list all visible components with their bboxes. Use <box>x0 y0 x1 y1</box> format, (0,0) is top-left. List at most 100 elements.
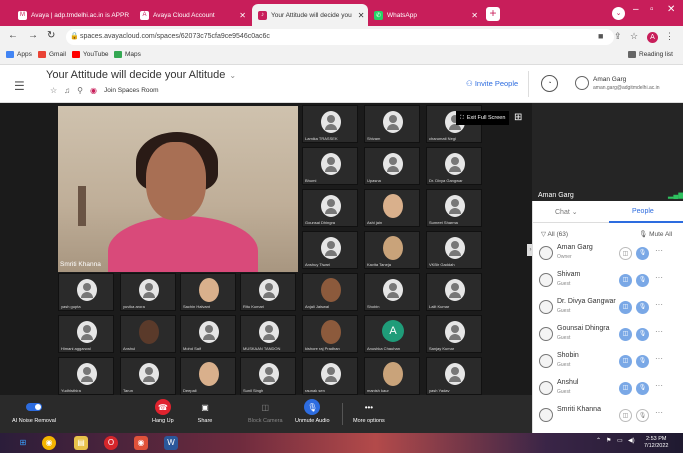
reload-icon[interactable]: ↻ <box>47 30 55 41</box>
participant-tile[interactable]: Anshuy Tiwari <box>302 231 358 269</box>
participant-tile[interactable]: Mohd Saif <box>180 315 236 353</box>
more-icon[interactable]: ··· <box>655 408 663 417</box>
speedometer-icon[interactable]: ◔ <box>541 75 558 92</box>
mic-icon[interactable]: 🎙 <box>636 355 649 368</box>
bookmark-apps[interactable]: Apps <box>6 51 32 58</box>
participant-tile[interactable]: VKBir Gaddah <box>426 231 482 269</box>
camera-icon[interactable]: ◫ <box>619 328 632 341</box>
camera-icon[interactable]: ◫ <box>619 301 632 314</box>
participant-tile[interactable]: manish kaur <box>364 357 420 395</box>
invite-people-button[interactable]: ⚇ Invite People <box>466 79 518 88</box>
camera-icon[interactable]: ◫ <box>619 247 632 260</box>
menu-icon[interactable]: ⋮ <box>665 31 674 42</box>
participant-tile[interactable]: Himani aggarwal <box>58 315 114 353</box>
participant-tile[interactable]: Deepali <box>180 357 236 395</box>
list-item[interactable]: Anshul Guest ◫ 🎙 ··· <box>533 376 683 402</box>
hang-up-button[interactable]: ☎ Hang Up <box>152 399 174 424</box>
participant-tile[interactable]: kishore raj Pradhan <box>302 315 358 353</box>
list-item[interactable]: Smriti Khanna ◫ 🎙 ··· <box>533 403 683 429</box>
participant-tile[interactable]: Shivam <box>364 105 420 143</box>
participant-tile[interactable]: Sachin Halvant <box>180 273 236 311</box>
file-explorer-icon[interactable]: ▤ <box>74 436 88 450</box>
share-icon[interactable]: ⇪ <box>614 31 622 42</box>
camera-icon[interactable]: ◫ <box>619 355 632 368</box>
toggle-switch[interactable] <box>26 403 43 411</box>
forward-icon[interactable]: → <box>28 30 38 41</box>
window-close-icon[interactable]: ✕ <box>667 4 675 15</box>
mic-icon[interactable]: 🎙 <box>636 409 649 422</box>
bookmark-youtube[interactable]: YouTube <box>72 51 109 58</box>
close-icon[interactable]: ✕ <box>129 11 132 20</box>
participant-tile[interactable]: Upasna <box>364 147 420 185</box>
tab-whatsapp[interactable]: ✆ WhatsApp ✕ <box>368 4 484 26</box>
participant-tile[interactable]: Sumeet Sharma <box>426 189 482 227</box>
more-icon[interactable]: ··· <box>655 300 663 309</box>
participant-filter[interactable]: ▽ All (63) <box>541 230 568 238</box>
bell-icon[interactable]: ♫ <box>64 86 70 95</box>
more-icon[interactable]: ··· <box>655 246 663 255</box>
mic-icon[interactable]: 🎙 <box>636 247 649 260</box>
participant-tile[interactable]: MUSKAAN TANDON <box>240 315 296 353</box>
list-item[interactable]: Dr. Divya Gangwar Guest ◫ 🎙 ··· <box>533 295 683 321</box>
block-camera-button[interactable]: ◫ Block Camera <box>248 399 283 425</box>
tray-arrow-icon[interactable]: ⌃ <box>596 437 601 444</box>
noise-removal-toggle[interactable]: AI Noise Removal <box>12 399 56 424</box>
mic-icon[interactable]: 🎙 <box>636 274 649 287</box>
reading-list[interactable]: Reading list <box>628 51 673 58</box>
windows-start-icon[interactable]: ⊞ <box>16 436 30 450</box>
camera-icon[interactable]: ◫ <box>619 409 632 422</box>
unmute-audio-button[interactable]: 🎙 Unmute Audio <box>295 399 330 424</box>
participant-tile[interactable]: Lamika TRASSEK <box>302 105 358 143</box>
participant-tile[interactable]: raunak sen <box>302 357 358 395</box>
participant-tile[interactable]: yash gupta <box>58 273 114 311</box>
link-icon[interactable]: ⚲ <box>77 86 83 95</box>
participant-tile[interactable]: Lalit Kumar <box>426 273 482 311</box>
exit-fullscreen-button[interactable]: ⛶ Exit Full Screen <box>456 111 510 125</box>
share-button[interactable]: ▣ Share <box>197 399 213 425</box>
space-title[interactable]: Your Attitude will decide your Altitude ⌄ <box>46 69 236 81</box>
url-field[interactable]: 🔒 spaces.avayacloud.com/spaces/62073c75c… <box>66 29 614 45</box>
participant-tile[interactable]: Tarun <box>120 357 176 395</box>
participant-tile[interactable]: A Anushka Chauhan <box>364 315 420 353</box>
list-item[interactable]: Shivam Guest ◫ 🎙 ··· <box>533 268 683 294</box>
word-icon[interactable]: W <box>164 436 178 450</box>
opera-icon[interactable]: O <box>104 436 118 450</box>
chrome-profile-icon[interactable]: ◉ <box>134 436 148 450</box>
participant-tile[interactable]: Shobin <box>364 273 420 311</box>
tab-avaya-mail[interactable]: M Avaya | adp.tmdelhi.ac.in is APPR ✕ <box>12 4 132 26</box>
minimize-icon[interactable]: – <box>633 4 639 15</box>
active-speaker-video[interactable] <box>58 106 298 272</box>
camera-icon[interactable]: ◫ <box>619 274 632 287</box>
tab-people[interactable]: People <box>632 208 654 215</box>
star-icon[interactable]: ☆ <box>630 31 638 42</box>
bookmark-gmail[interactable]: Gmail <box>38 51 66 58</box>
more-icon[interactable]: ··· <box>655 327 663 336</box>
system-clock[interactable]: 2:53 PM 7/12/2022 <box>644 436 668 450</box>
participant-tile[interactable]: Dr. Divya Gangwar <box>426 147 482 185</box>
close-icon[interactable]: ✕ <box>233 11 246 20</box>
back-icon[interactable]: ← <box>8 30 18 41</box>
close-icon[interactable]: ✕ <box>465 11 478 20</box>
participant-tile[interactable]: Anjali Jaiswal <box>302 273 358 311</box>
tab-spaces[interactable]: ♪ Your Attitude will decide you ✕ <box>252 4 368 26</box>
profile-avatar[interactable]: A <box>647 32 658 43</box>
list-item[interactable]: Aman Garg Owner ◫ 🎙 ··· <box>533 241 683 267</box>
participant-tile[interactable]: yuvika arora <box>120 273 176 311</box>
hamburger-icon[interactable]: ☰ <box>14 79 25 93</box>
join-spaces-room-button[interactable]: Join Spaces Room <box>104 87 159 94</box>
grid-view-icon[interactable]: ⊞ <box>514 112 522 123</box>
participant-tile[interactable]: Gounsai Dhingra <box>302 189 358 227</box>
mic-icon[interactable]: 🎙 <box>636 328 649 341</box>
participant-tile[interactable]: Yudhisthira <box>58 357 114 395</box>
mic-icon[interactable]: 🎙 <box>636 301 649 314</box>
avatar[interactable] <box>575 76 589 90</box>
more-icon[interactable]: ··· <box>655 381 663 390</box>
close-icon[interactable]: ✕ <box>352 11 365 20</box>
list-item[interactable]: Shobin Guest ◫ 🎙 ··· <box>533 349 683 375</box>
tab-chat[interactable]: Chat ⌄ <box>555 208 578 216</box>
camera-icon[interactable]: ◫ <box>619 382 632 395</box>
tab-search-icon[interactable]: ⌄ <box>612 7 625 20</box>
participant-tile[interactable]: Anshul <box>120 315 176 353</box>
more-icon[interactable]: ··· <box>655 273 663 282</box>
tab-avaya-cloud[interactable]: A Avaya Cloud Account ✕ <box>134 4 252 26</box>
